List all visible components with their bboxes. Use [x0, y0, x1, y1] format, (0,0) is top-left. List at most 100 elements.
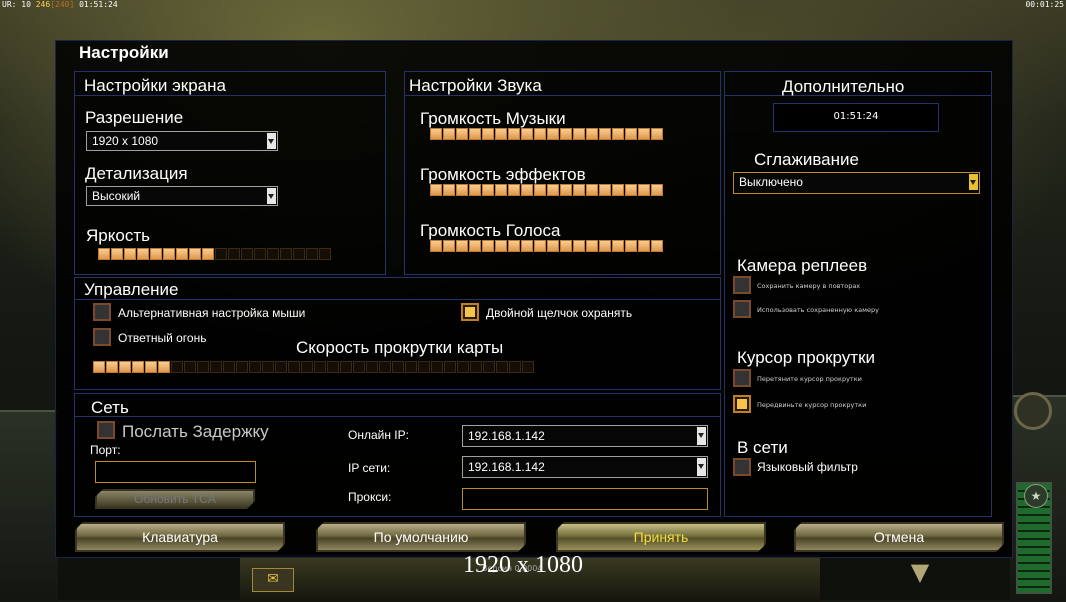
slider-segment[interactable] [470, 361, 482, 373]
slider-segment[interactable] [340, 361, 352, 373]
antialiasing-select[interactable]: Выключено [733, 172, 980, 194]
lan-ip-select[interactable]: 192.168.1.142 [462, 456, 708, 478]
slider-segment[interactable] [651, 184, 663, 196]
slider-segment[interactable] [249, 361, 261, 373]
slider-segment[interactable] [625, 240, 637, 252]
slider-segment[interactable] [228, 248, 240, 260]
slider-segment[interactable] [93, 361, 105, 373]
slider-segment[interactable] [521, 128, 533, 140]
chevron-down-icon[interactable] [697, 458, 706, 476]
slider-segment[interactable] [275, 361, 287, 373]
slider-segment[interactable] [638, 128, 650, 140]
slider-segment[interactable] [522, 361, 534, 373]
slider-segment[interactable] [534, 128, 546, 140]
use-saved-camera-checkbox[interactable] [733, 300, 751, 318]
slider-segment[interactable] [586, 128, 598, 140]
slider-segment[interactable] [405, 361, 417, 373]
slider-segment[interactable] [254, 248, 266, 260]
slider-segment[interactable] [560, 184, 572, 196]
slider-segment[interactable] [418, 361, 430, 373]
slider-segment[interactable] [223, 361, 235, 373]
chevron-down-icon[interactable] [969, 174, 978, 190]
slider-segment[interactable] [456, 184, 468, 196]
slider-segment[interactable] [599, 240, 611, 252]
slider-segment[interactable] [457, 361, 469, 373]
slider-segment[interactable] [197, 361, 209, 373]
slider-segment[interactable] [612, 128, 624, 140]
slider-segment[interactable] [534, 184, 546, 196]
slider-segment[interactable] [495, 128, 507, 140]
voice-volume-slider[interactable] [430, 240, 663, 252]
slider-segment[interactable] [430, 184, 442, 196]
slider-segment[interactable] [443, 184, 455, 196]
detail-select[interactable]: Высокий [86, 186, 278, 206]
slider-segment[interactable] [547, 128, 559, 140]
slider-segment[interactable] [651, 240, 663, 252]
slider-segment[interactable] [508, 240, 520, 252]
slider-segment[interactable] [483, 361, 495, 373]
slider-segment[interactable] [547, 184, 559, 196]
slider-segment[interactable] [521, 240, 533, 252]
slider-segment[interactable] [638, 240, 650, 252]
brightness-slider[interactable] [98, 248, 331, 260]
slider-segment[interactable] [509, 361, 521, 373]
defaults-button[interactable]: По умолчанию [316, 522, 526, 552]
effects-volume-slider[interactable] [430, 184, 663, 196]
slider-segment[interactable] [280, 248, 292, 260]
slider-segment[interactable] [469, 184, 481, 196]
slider-segment[interactable] [560, 128, 572, 140]
slider-segment[interactable] [443, 240, 455, 252]
slider-segment[interactable] [586, 240, 598, 252]
slider-segment[interactable] [150, 248, 162, 260]
slider-segment[interactable] [495, 240, 507, 252]
send-delay-checkbox[interactable] [97, 421, 115, 439]
slider-segment[interactable] [267, 248, 279, 260]
resolution-select[interactable]: 1920 x 1080 [86, 131, 278, 151]
slider-segment[interactable] [456, 128, 468, 140]
slider-segment[interactable] [482, 240, 494, 252]
slider-segment[interactable] [301, 361, 313, 373]
slider-segment[interactable] [215, 248, 227, 260]
slider-segment[interactable] [638, 184, 650, 196]
slider-segment[interactable] [496, 361, 508, 373]
slider-segment[interactable] [319, 248, 331, 260]
slider-segment[interactable] [314, 361, 326, 373]
slider-segment[interactable] [443, 128, 455, 140]
slider-segment[interactable] [176, 248, 188, 260]
slider-segment[interactable] [111, 248, 123, 260]
slider-segment[interactable] [456, 240, 468, 252]
cancel-button[interactable]: Отмена [794, 522, 1004, 552]
slider-segment[interactable] [145, 361, 157, 373]
slider-segment[interactable] [444, 361, 456, 373]
slider-segment[interactable] [547, 240, 559, 252]
drag-cursor-checkbox[interactable] [733, 369, 751, 387]
slider-segment[interactable] [293, 248, 305, 260]
slider-segment[interactable] [137, 248, 149, 260]
scroll-speed-slider[interactable] [93, 361, 534, 373]
chevron-down-icon[interactable] [267, 188, 276, 204]
slider-segment[interactable] [306, 248, 318, 260]
radar-icon[interactable] [1014, 392, 1052, 430]
update-tca-button[interactable]: Обновить TCA [95, 489, 255, 509]
save-replay-camera-checkbox[interactable] [733, 276, 751, 294]
slider-segment[interactable] [482, 184, 494, 196]
chevron-down-icon[interactable] [697, 427, 706, 445]
slider-segment[interactable] [651, 128, 663, 140]
slider-segment[interactable] [534, 240, 546, 252]
chat-icon[interactable]: ✉ [252, 568, 294, 592]
slider-segment[interactable] [202, 248, 214, 260]
slider-segment[interactable] [124, 248, 136, 260]
slider-segment[interactable] [189, 248, 201, 260]
double-click-guard-checkbox[interactable] [461, 303, 479, 321]
move-cursor-checkbox[interactable] [733, 395, 751, 413]
slider-segment[interactable] [184, 361, 196, 373]
slider-segment[interactable] [469, 128, 481, 140]
slider-segment[interactable] [625, 184, 637, 196]
slider-segment[interactable] [132, 361, 144, 373]
slider-segment[interactable] [171, 361, 183, 373]
slider-segment[interactable] [163, 248, 175, 260]
chevron-down-icon[interactable] [267, 133, 276, 149]
slider-segment[interactable] [431, 361, 443, 373]
slider-segment[interactable] [599, 184, 611, 196]
slider-segment[interactable] [508, 184, 520, 196]
